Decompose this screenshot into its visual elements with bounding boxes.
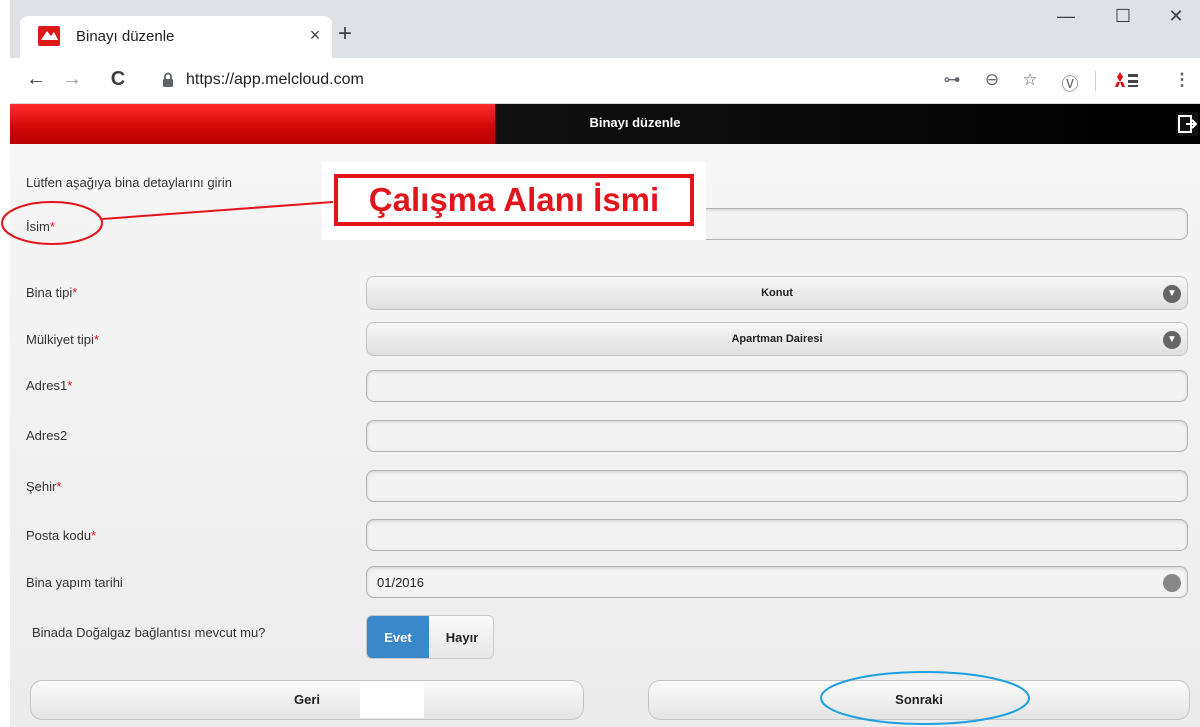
isim-label: İsim* — [26, 219, 55, 234]
adres1-label: Adres1* — [26, 378, 72, 393]
browser-toolbar: ← → C https://app.melcloud.com ⊶ ⊖ ☆ Ⓥ ⋮ — [10, 58, 1200, 104]
posta-kodu-input[interactable] — [366, 519, 1188, 551]
reload-icon[interactable]: C — [106, 68, 130, 91]
mitsubishi-extension-icon[interactable] — [1114, 70, 1140, 90]
mulkiyet-tipi-label: Mülkiyet tipi* — [26, 332, 99, 347]
tab-strip: Binayı düzenle × + — ☐ ✕ — [10, 0, 1200, 58]
required-mark: * — [93, 332, 99, 347]
adres1-label-text: Adres1 — [26, 378, 68, 393]
required-mark: * — [56, 479, 62, 494]
minimize-button[interactable]: — — [1046, 6, 1086, 27]
required-mark: * — [91, 528, 97, 543]
dogalgaz-question: Binada Doğalgaz bağlantısı mevcut mu? — [32, 625, 266, 640]
isim-label-text: İsim — [26, 219, 50, 234]
bina-yapim-label: Bina yapım tarihi — [26, 575, 123, 590]
page-title: Binayı düzenle — [589, 115, 681, 130]
bookmark-star-icon[interactable]: ☆ — [1018, 70, 1042, 90]
posta-label-text: Posta kodu — [26, 528, 92, 543]
occlusion-patch — [360, 684, 424, 718]
app-header: Binayı düzenle — [10, 104, 1200, 144]
form-area: Lütfen aşağıya bina detaylarını girin İs… — [10, 144, 1200, 727]
bina-tipi-value: Konut — [761, 287, 793, 299]
melcloud-favicon-icon — [38, 26, 60, 46]
close-window-button[interactable]: ✕ — [1156, 6, 1196, 27]
bina-tipi-label-text: Bina tipi — [26, 285, 73, 300]
bina-yapim-input[interactable]: 01/2016 — [366, 566, 1188, 598]
adres2-input[interactable] — [366, 420, 1188, 452]
mulkiyet-tipi-value: Apartman Dairesi — [731, 333, 823, 345]
sehir-label-text: Şehir — [26, 479, 57, 494]
url-text: https://app.melcloud.com — [186, 71, 364, 88]
hayir-option[interactable]: Hayır — [429, 616, 493, 658]
geri-label: Geri — [293, 692, 320, 707]
geri-button[interactable]: Geri — [30, 680, 584, 720]
zoom-icon[interactable]: ⊖ — [980, 70, 1004, 90]
required-mark: * — [72, 285, 78, 300]
adres2-label: Adres2 — [26, 428, 68, 443]
browser-tab[interactable]: Binayı düzenle × — [20, 16, 332, 58]
posta-kodu-label: Posta kodu* — [26, 528, 96, 543]
tab-title: Binayı düzenle — [76, 28, 175, 45]
annotation-callout: Çalışma Alanı İsmi — [322, 162, 706, 240]
annotation-callout-text: Çalışma Alanı İsmi — [334, 174, 694, 226]
bina-yapim-value: 01/2016 — [377, 575, 424, 590]
chevron-down-icon: ▼ — [1163, 285, 1181, 303]
intro-text: Lütfen aşağıya bina detaylarını girin — [26, 175, 232, 190]
adres1-input[interactable] — [366, 370, 1188, 402]
browser-window: Binayı düzenle × + — ☐ ✕ ← → C https://a… — [10, 0, 1200, 727]
maximize-button[interactable]: ☐ — [1103, 6, 1143, 27]
logout-icon[interactable] — [1176, 112, 1198, 136]
bina-tipi-label: Bina tipi* — [26, 285, 77, 300]
browser-menu-icon[interactable]: ⋮ — [1170, 70, 1194, 90]
address-bar[interactable]: https://app.melcloud.com — [150, 64, 1050, 98]
sehir-label: Şehir* — [26, 479, 61, 494]
evet-option[interactable]: Evet — [367, 616, 429, 658]
bina-tipi-select[interactable]: Konut ▼ — [366, 276, 1188, 310]
brand-red-band — [10, 104, 495, 144]
mulkiyet-label-text: Mülkiyet tipi — [26, 332, 94, 347]
sehir-input[interactable] — [366, 470, 1188, 502]
required-mark: * — [67, 378, 73, 393]
key-icon[interactable]: ⊶ — [940, 70, 964, 90]
toolbar-divider — [1095, 71, 1096, 91]
calendar-icon[interactable] — [1163, 574, 1181, 592]
extension-v-icon[interactable]: Ⓥ — [1058, 70, 1082, 95]
chevron-down-icon: ▼ — [1163, 331, 1181, 349]
lock-icon — [163, 72, 173, 87]
dogalgaz-toggle[interactable]: Evet Hayır — [366, 615, 494, 659]
sonraki-button[interactable]: Sonraki — [648, 680, 1190, 720]
tab-close-icon[interactable]: × — [304, 25, 326, 46]
back-icon[interactable]: ← — [24, 68, 48, 91]
mulkiyet-tipi-select[interactable]: Apartman Dairesi ▼ — [366, 322, 1188, 356]
sonraki-label: Sonraki — [895, 692, 943, 707]
forward-icon[interactable]: → — [60, 68, 84, 91]
new-tab-button[interactable]: + — [338, 20, 352, 48]
required-mark: * — [49, 219, 55, 234]
